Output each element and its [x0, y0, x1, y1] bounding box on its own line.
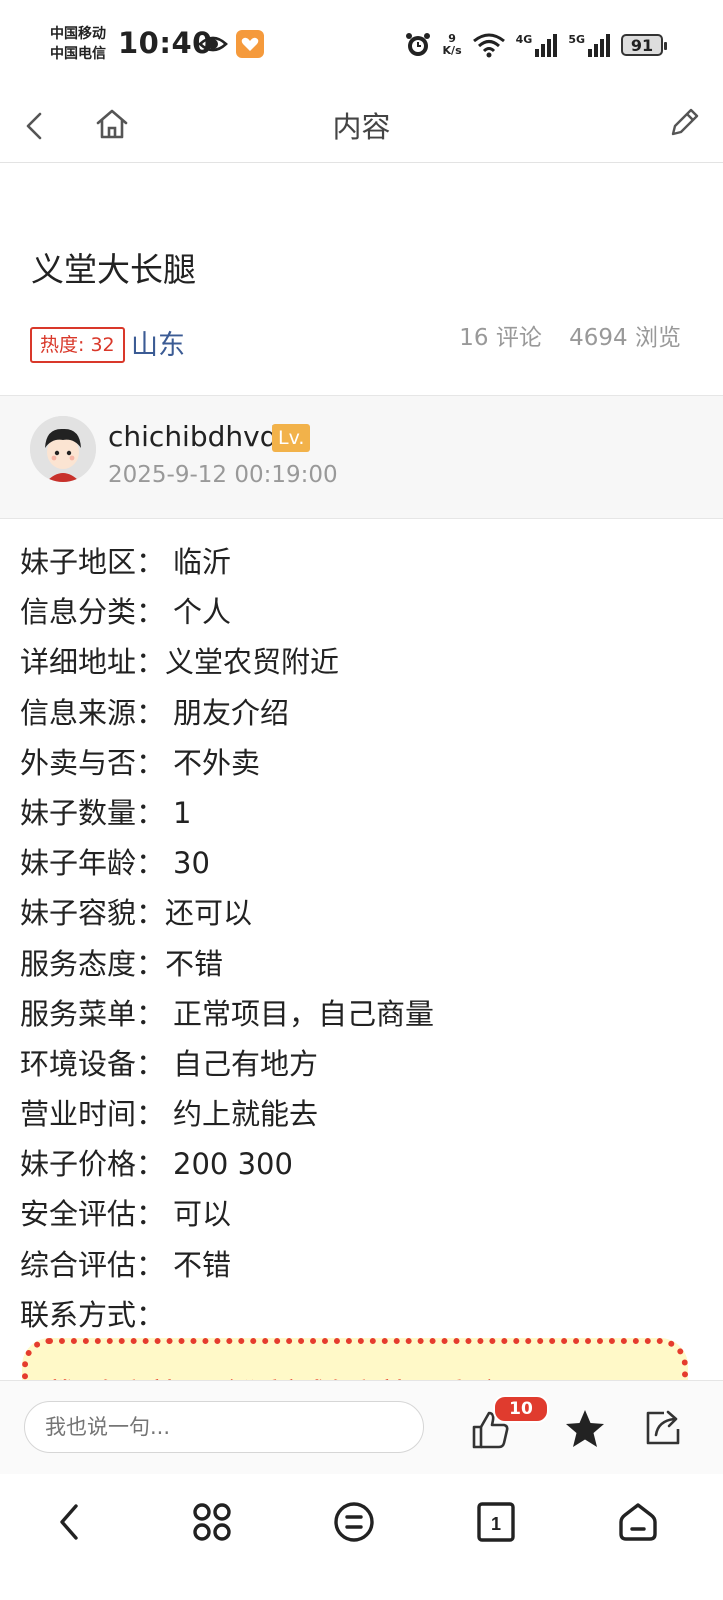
info-value: 临沂: [173, 545, 232, 579]
info-key: 服务态度：: [20, 946, 166, 981]
author-name[interactable]: chichibdhvd: [108, 420, 277, 453]
info-value: 不错: [173, 1247, 232, 1282]
comment-count: 16 评论: [459, 325, 542, 351]
view-count: 4694 浏览: [569, 325, 681, 351]
alarm-icon: [405, 33, 430, 56]
info-value: 1: [173, 795, 192, 830]
carrier-2: 中国电信: [50, 46, 106, 62]
info-value: 正常项目，自己商量: [173, 996, 435, 1031]
net-label-1: 4G: [515, 33, 533, 46]
star-icon[interactable]: [563, 1407, 607, 1451]
info-row-hours: 营业时间： 约上就能去: [20, 1090, 700, 1140]
top-nav-bar: 内容: [0, 90, 723, 163]
info-key: 妹子价格：: [20, 1147, 166, 1182]
info-row-source: 信息来源： 朋友介绍: [20, 689, 700, 739]
comment-bar: 10: [0, 1380, 723, 1475]
info-key: 安全评估：: [20, 1197, 166, 1232]
info-value: 不外卖: [173, 745, 261, 780]
info-key: 妹子年龄：: [20, 846, 166, 881]
home-icon[interactable]: [616, 1500, 660, 1544]
info-row-attitude: 服务态度：不错: [20, 940, 700, 990]
post-title: 义堂大长腿: [31, 250, 196, 289]
info-value: 200 300: [173, 1147, 293, 1182]
signal-bars-icon: [588, 34, 610, 57]
signal-5g: 5G: [568, 33, 611, 57]
tabs-icon[interactable]: 1: [474, 1500, 518, 1544]
carrier-labels: 中国移动 中国电信: [50, 24, 106, 64]
info-value: 可以: [173, 1197, 232, 1232]
heat-badge: 热度: 32: [30, 327, 125, 363]
info-key: 服务菜单：: [20, 996, 166, 1031]
info-value: 还可以: [165, 896, 253, 931]
avatar[interactable]: [30, 416, 96, 482]
info-value: 朋友介绍: [173, 695, 290, 730]
info-row-address: 详细地址：义堂农贸附近: [20, 638, 700, 688]
svg-text:1: 1: [491, 1514, 501, 1534]
author-section: chichibdhvd Lv. 2025-9-12 00:19:00: [0, 395, 723, 519]
info-row-region: 妹子地区： 临沂: [20, 538, 700, 588]
wifi-icon: [472, 33, 505, 58]
info-row-delivery: 外卖与否： 不外卖: [20, 739, 700, 789]
info-row-environment: 环境设备： 自己有地方: [20, 1040, 700, 1090]
status-icons: 9 K/s 4G 5G 91: [403, 28, 667, 62]
info-row-menu: 服务菜单： 正常项目，自己商量: [20, 990, 700, 1040]
info-row-count: 妹子数量： 1: [20, 789, 700, 839]
carrier-1: 中国移动: [50, 26, 106, 42]
system-nav-bar: 1: [0, 1474, 723, 1600]
level-badge: Lv.: [272, 424, 311, 452]
info-row-appearance: 妹子容貌：还可以: [20, 889, 700, 939]
info-key: 联系方式：: [20, 1297, 166, 1332]
region-link[interactable]: 山东: [131, 323, 185, 362]
speed-unit: K/s: [442, 44, 462, 57]
info-key: 详细地址：: [20, 645, 166, 680]
info-key: 妹子容貌：: [20, 896, 166, 931]
info-row-age: 妹子年龄： 30: [20, 839, 700, 889]
info-row-category: 信息分类： 个人: [20, 588, 700, 638]
info-value: 个人: [173, 595, 232, 630]
app-notification-icon: [236, 30, 264, 58]
back-icon[interactable]: [48, 1500, 92, 1544]
info-key: 外卖与否：: [20, 745, 166, 780]
edit-icon[interactable]: [667, 104, 703, 140]
post-stats: 16 评论 4694 浏览: [439, 318, 681, 352]
info-row-overall: 综合评估： 不错: [20, 1241, 700, 1291]
info-value: 自己有地方: [173, 1046, 319, 1081]
info-value: 30: [173, 846, 210, 881]
like-count-badge: 10: [493, 1395, 549, 1423]
battery-level: 91: [630, 35, 654, 55]
info-row-contact: 联系方式：: [20, 1291, 700, 1341]
info-key: 环境设备：: [20, 1046, 166, 1081]
info-key: 妹子数量：: [20, 795, 166, 830]
info-list: 妹子地区： 临沂 信息分类： 个人 详细地址：义堂农贸附近 信息来源： 朋友介绍 外卖…: [20, 538, 700, 1341]
network-speed: 9 K/s: [443, 33, 462, 57]
post-time: 2025-9-12 00:19:00: [108, 462, 338, 488]
status-bar: 中国移动 中国电信 10:40 9 K/s 4G 5G 91: [0, 0, 723, 90]
page-title: 内容: [332, 110, 391, 144]
share-icon[interactable]: [642, 1407, 684, 1449]
apps-icon[interactable]: [190, 1500, 234, 1544]
info-value: 不错: [165, 946, 224, 981]
info-value: 义堂农贸附近: [165, 645, 340, 680]
info-key: 综合评估：: [20, 1247, 166, 1282]
battery-icon: 91: [621, 34, 667, 56]
info-row-safety: 安全评估： 可以: [20, 1190, 700, 1240]
info-value: 约上就能去: [173, 1097, 319, 1132]
avatar-icon: [30, 416, 96, 482]
info-key: 妹子地区：: [20, 545, 166, 579]
info-key: 营业时间：: [20, 1097, 166, 1132]
info-row-price: 妹子价格： 200 300: [20, 1140, 700, 1190]
net-label-2: 5G: [568, 33, 585, 46]
info-key: 信息分类：: [20, 595, 166, 630]
comment-input[interactable]: [24, 1401, 424, 1453]
info-key: 信息来源：: [20, 695, 166, 730]
menu-icon[interactable]: [332, 1500, 376, 1544]
signal-bars-icon: [535, 34, 558, 57]
signal-4g: 4G: [516, 33, 559, 57]
eye-icon: [198, 36, 228, 52]
